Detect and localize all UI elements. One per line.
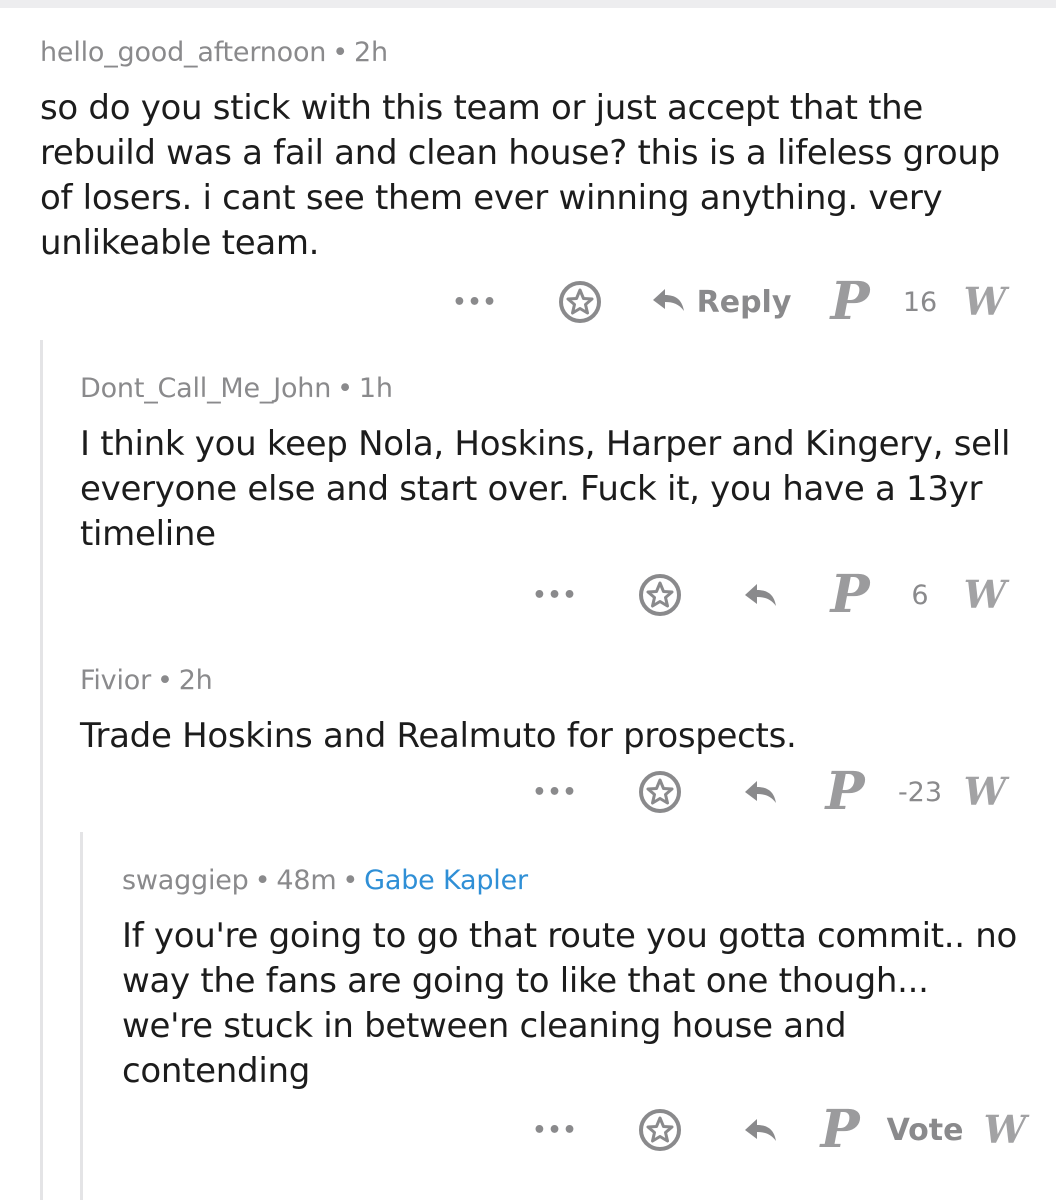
- top-divider: [0, 0, 1056, 8]
- nationals-w-downvote-icon[interactable]: W: [960, 565, 1010, 625]
- thread-line-level-2[interactable]: [80, 832, 83, 1200]
- thread-line-level-1[interactable]: [40, 340, 43, 1200]
- comment-body: Trade Hoskins and Realmuto for prospects…: [80, 716, 797, 756]
- reply-arrow-icon[interactable]: [735, 1100, 785, 1160]
- phillies-p-upvote-icon[interactable]: P: [815, 1100, 865, 1160]
- vote-label: Vote: [886, 1112, 964, 1148]
- award-icon[interactable]: [630, 565, 690, 625]
- comment-age: 48m: [276, 865, 337, 896]
- user-flair: Gabe Kapler: [364, 865, 528, 896]
- phillies-p-upvote-icon[interactable]: P: [825, 272, 875, 332]
- award-icon[interactable]: [550, 272, 610, 332]
- reply-arrow-icon: [649, 285, 687, 319]
- comment-body: If you're going to go that route you got…: [122, 916, 1018, 1091]
- vote-score: 16: [902, 286, 938, 318]
- comment-actions: ••• P -23 W: [520, 762, 1030, 822]
- meta-separator: •: [156, 665, 173, 696]
- more-options-icon[interactable]: •••: [450, 272, 500, 332]
- comment-age: 1h: [358, 373, 393, 404]
- award-icon[interactable]: [630, 762, 690, 822]
- comment-actions: ••• Reply P 16 W: [440, 272, 1030, 332]
- more-options-icon[interactable]: •••: [530, 1100, 580, 1160]
- username[interactable]: Dont_Call_Me_John: [80, 373, 331, 404]
- reply-arrow-icon[interactable]: [735, 565, 785, 625]
- comment-age: 2h: [353, 37, 388, 68]
- meta-separator: •: [254, 865, 271, 896]
- comment: Dont_Call_Me_John • 1h I think you keep No…: [80, 372, 1020, 557]
- vote-score: -23: [897, 776, 943, 808]
- comment-actions: ••• P 6 W: [520, 565, 1030, 625]
- more-options-icon[interactable]: •••: [530, 565, 580, 625]
- phillies-p-upvote-icon[interactable]: P: [825, 565, 875, 625]
- username[interactable]: Fivior: [80, 665, 151, 696]
- comment-meta: Dont_Call_Me_John • 1h: [80, 372, 1020, 406]
- reply-label: Reply: [696, 284, 792, 320]
- meta-separator: •: [342, 865, 359, 896]
- award-icon[interactable]: [630, 1100, 690, 1160]
- more-options-icon[interactable]: •••: [530, 762, 580, 822]
- comment-actions: ••• P Vote W: [520, 1100, 1040, 1160]
- nationals-w-downvote-icon[interactable]: W: [960, 762, 1010, 822]
- comment-age: 2h: [178, 665, 213, 696]
- username[interactable]: swaggiep: [122, 865, 249, 896]
- comment-body: I think you keep Nola, Hoskins, Harper a…: [80, 424, 1011, 554]
- username[interactable]: hello_good_afternoon: [40, 37, 326, 68]
- reply-arrow-icon[interactable]: [735, 762, 785, 822]
- comment: hello_good_afternoon • 2h so do you stick …: [40, 36, 1020, 266]
- meta-separator: •: [337, 373, 353, 404]
- comment: swaggiep • 48m • Gabe Kapler If you're going…: [122, 864, 1022, 1094]
- comment-meta: hello_good_afternoon • 2h: [40, 36, 1020, 70]
- phillies-p-upvote-icon[interactable]: P: [820, 762, 870, 822]
- comment-meta: swaggiep • 48m • Gabe Kapler: [122, 864, 1022, 898]
- comment-meta: Fivior • 2h: [80, 664, 1020, 698]
- meta-separator: •: [332, 37, 348, 68]
- comment: Fivior • 2h Trade Hoskins and Realmuto for…: [80, 664, 1020, 759]
- nationals-w-downvote-icon[interactable]: W: [980, 1100, 1030, 1160]
- nationals-w-downvote-icon[interactable]: W: [960, 272, 1010, 332]
- vote-score: 6: [911, 579, 929, 611]
- comment-body: so do you stick with this team or just a…: [40, 88, 1000, 263]
- reply-button[interactable]: Reply: [649, 272, 792, 332]
